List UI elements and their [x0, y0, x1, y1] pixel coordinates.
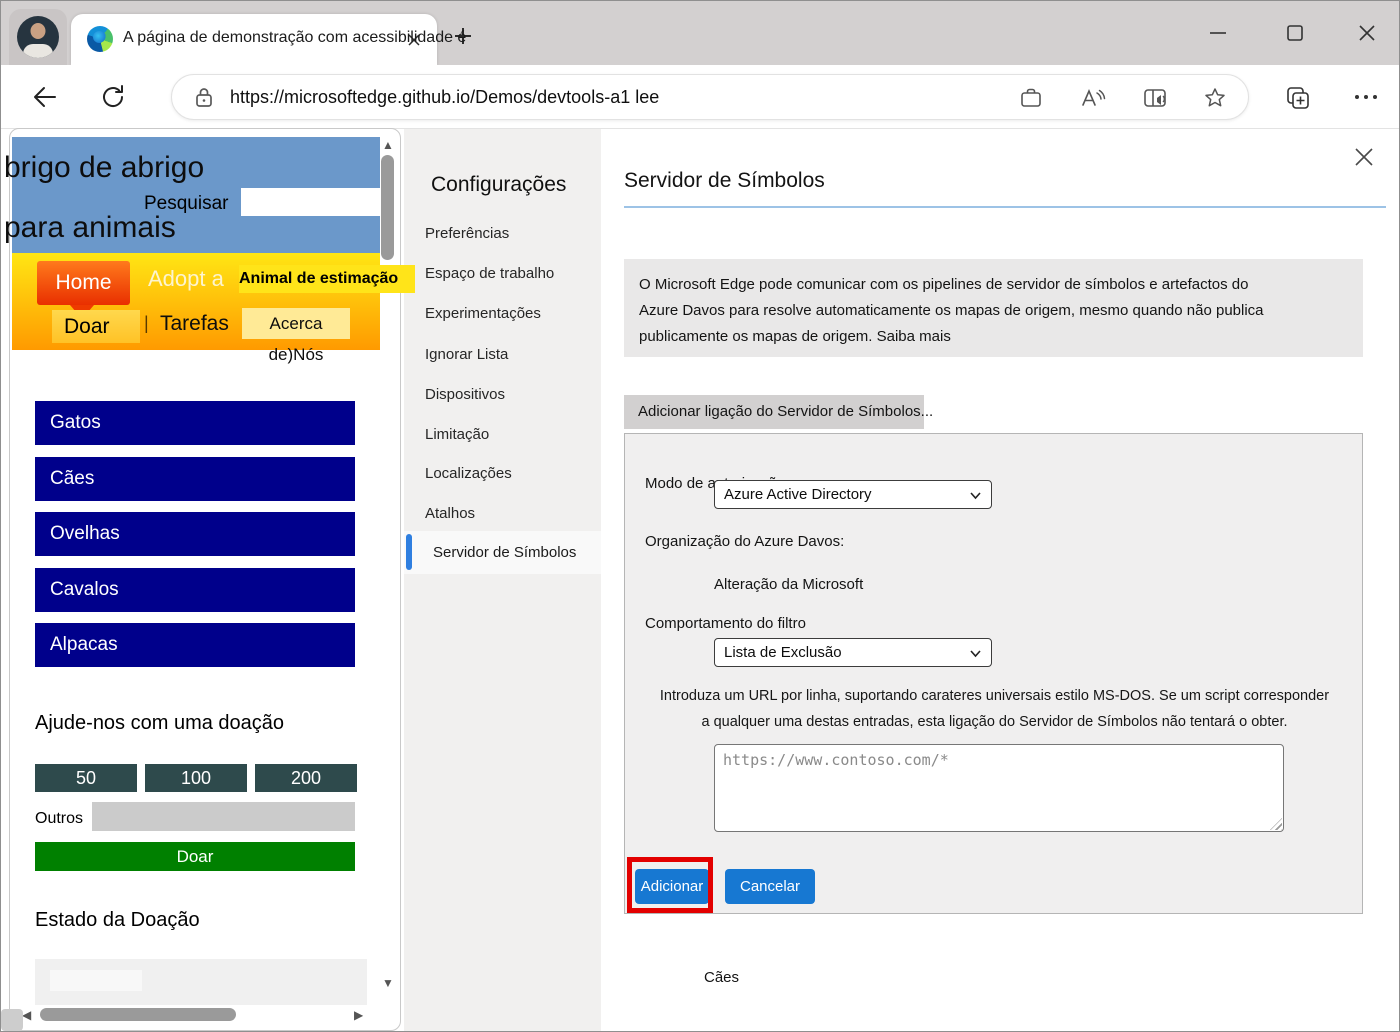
url-hint-line2: a qualquer uma destas entradas, esta lig…: [625, 714, 1364, 730]
panel-title: Servidor de Símbolos: [624, 169, 825, 193]
maximize-icon[interactable]: [1285, 23, 1305, 43]
org-label: Organização do Azure Davos:: [645, 533, 844, 550]
scroll-down-icon[interactable]: ▼: [382, 977, 394, 989]
settings-menu-icon[interactable]: [1353, 91, 1379, 103]
donation-status-box: [35, 959, 367, 1005]
favorites-star-icon[interactable]: [1203, 86, 1227, 110]
amount-100-button[interactable]: 100: [145, 764, 247, 792]
amount-50-button[interactable]: 50: [35, 764, 137, 792]
chevron-down-icon: [969, 647, 982, 660]
edge-logo-icon: [87, 26, 113, 52]
animal-button-gatos[interactable]: Gatos: [35, 401, 355, 445]
amount-200-button[interactable]: 200: [255, 764, 357, 792]
vertical-scrollbar-thumb[interactable]: [381, 155, 394, 260]
back-icon[interactable]: [31, 83, 59, 111]
cancel-button[interactable]: Cancelar: [725, 869, 815, 904]
collections-icon[interactable]: [1285, 85, 1311, 111]
avatar: [17, 16, 59, 58]
donation-status-field: [50, 970, 142, 991]
browser-toolbar: https://microsoftedge.github.io/Demos/de…: [1, 65, 1400, 129]
read-aloud-icon[interactable]: [1080, 86, 1106, 110]
scrollbar-corner: [1, 1009, 23, 1031]
donation-heading: Ajude-nos com uma doação: [35, 712, 284, 735]
title-underline: [624, 206, 1386, 208]
nav-pet-link[interactable]: Animal de estimação: [239, 265, 415, 293]
settings-item-limitacao[interactable]: Limitação: [425, 426, 489, 443]
settings-item-dispositivos[interactable]: Dispositivos: [425, 386, 505, 403]
org-value: Alteração da Microsoft: [714, 576, 863, 593]
description-box: O Microsoft Edge pode comunicar com os p…: [624, 259, 1363, 357]
animal-button-cavalos[interactable]: Cavalos: [35, 568, 355, 612]
lock-icon: [194, 87, 214, 109]
site-heading-line2: para animais: [4, 211, 176, 245]
description-line2: Azure Davos para resolve automaticamente…: [639, 298, 1348, 324]
search-input[interactable]: [241, 188, 382, 216]
description-line3: publicamente os mapas de origem. Saiba m…: [639, 324, 1348, 350]
filter-behavior-label: Comportamento do filtro: [645, 615, 806, 632]
other-amount-label: Outros: [35, 810, 83, 828]
chevron-down-icon: [969, 489, 982, 502]
scroll-right-icon[interactable]: ▶: [354, 1009, 363, 1021]
tab-title: A página de demonstração com acessibilid…: [123, 29, 466, 47]
horizontal-scrollbar-thumb[interactable]: [40, 1008, 236, 1021]
site-navbar: Home Adopt a Animal de estimação Doar | …: [12, 253, 380, 350]
refresh-icon[interactable]: [99, 83, 127, 111]
nav-separator: |: [144, 313, 149, 334]
url-textarea-wrap: [714, 744, 1284, 832]
panel-footer-text: Cães: [704, 969, 739, 986]
animal-button-caes[interactable]: Cães: [35, 457, 355, 501]
donation-status-heading: Estado da Doação: [35, 909, 200, 932]
settings-item-espaco[interactable]: Espaço de trabalho: [425, 265, 554, 282]
nav-about-link[interactable]: Acerca de)Nós: [242, 308, 350, 339]
auth-mode-value: Azure Active Directory: [724, 486, 872, 503]
demo-page-panel: brigo de abrigo para animais Pesquisar H…: [9, 128, 401, 1031]
window-close-icon[interactable]: [1357, 23, 1377, 43]
symbol-server-panel: Servidor de Símbolos O Microsoft Edge po…: [601, 129, 1400, 1032]
settings-title: Configurações: [431, 173, 566, 197]
minimize-icon[interactable]: [1208, 23, 1228, 43]
symbol-server-form: Modo de autorização: Azure Active Direct…: [624, 433, 1363, 914]
auth-mode-select[interactable]: Azure Active Directory: [714, 480, 992, 509]
filter-behavior-value: Lista de Exclusão: [724, 644, 842, 661]
browser-tab[interactable]: A página de demonstração com acessibilid…: [71, 14, 437, 65]
donate-button[interactable]: Doar: [35, 842, 355, 871]
filter-behavior-select[interactable]: Lista de Exclusão: [714, 638, 992, 667]
scroll-left-icon[interactable]: ◀: [22, 1009, 31, 1021]
nav-donate-link[interactable]: Doar: [52, 310, 140, 343]
demo-page-header: brigo de abrigo para animais Pesquisar: [12, 137, 380, 253]
settings-item-ignorar-lista[interactable]: Ignorar Lista: [425, 346, 508, 363]
site-heading-line1: brigo de abrigo: [4, 151, 204, 185]
panel-close-icon[interactable]: [1352, 145, 1376, 169]
tab-strip: A página de demonstração com acessibilid…: [1, 1, 1400, 65]
url-hint-line1: Introduza um URL por linha, suportando c…: [625, 688, 1364, 704]
devtools-settings-nav: Configurações Preferências Espaço de tra…: [404, 129, 601, 1032]
settings-item-servidor-simbolos[interactable]: Servidor de Símbolos: [433, 544, 576, 561]
settings-item-atalhos[interactable]: Atalhos: [425, 505, 475, 522]
nav-home-button[interactable]: Home: [37, 261, 130, 305]
animal-button-ovelhas[interactable]: Ovelhas: [35, 512, 355, 556]
selected-indicator-bar: [406, 534, 412, 570]
split-screen-reader-icon[interactable]: [1143, 86, 1169, 110]
search-label: Pesquisar: [144, 193, 229, 215]
address-bar[interactable]: https://microsoftedge.github.io/Demos/de…: [171, 74, 1249, 120]
url-pattern-textarea[interactable]: [714, 744, 1284, 832]
briefcase-icon[interactable]: [1019, 86, 1043, 110]
settings-item-localizacoes[interactable]: Localizações: [425, 465, 512, 482]
settings-item-preferencias[interactable]: Preferências: [425, 225, 509, 242]
settings-item-selected-row[interactable]: Servidor de Símbolos: [404, 531, 601, 574]
settings-item-experimentacoes[interactable]: Experimentações: [425, 305, 541, 322]
nav-adopt-link[interactable]: Adopt a: [148, 266, 224, 292]
annotation-highlight-box: [627, 857, 713, 913]
browser-window: A página de demonstração com acessibilid…: [0, 0, 1400, 1032]
add-symbol-server-link-button[interactable]: Adicionar ligação do Servidor de Símbolo…: [624, 395, 924, 429]
url-text: https://microsoftedge.github.io/Demos/de…: [230, 87, 659, 108]
nav-tasks-link[interactable]: Tarefas: [160, 312, 229, 336]
scroll-up-icon[interactable]: ▲: [382, 139, 394, 151]
profile-button[interactable]: [9, 9, 67, 65]
description-line1: O Microsoft Edge pode comunicar com os p…: [639, 272, 1348, 298]
animal-button-alpacas[interactable]: Alpacas: [35, 623, 355, 667]
other-amount-input[interactable]: [92, 802, 355, 831]
